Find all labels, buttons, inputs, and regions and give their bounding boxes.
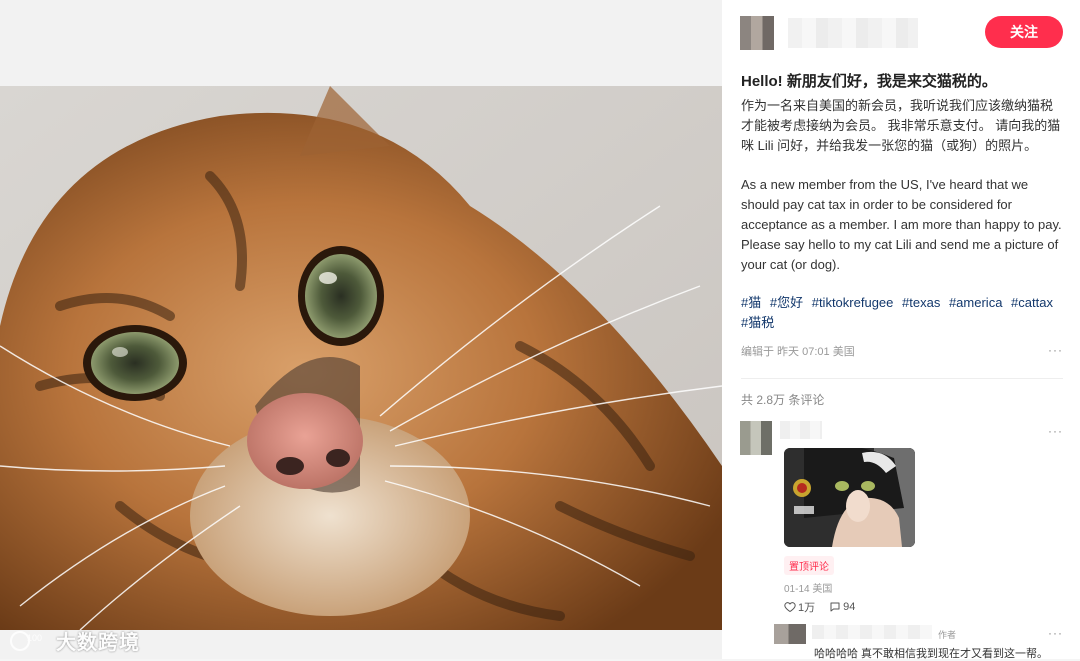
note-tags: #猫 #您好 #tiktokrefugee #texas #america #c… xyxy=(741,293,1063,333)
author-badge: 作者 xyxy=(938,630,957,640)
note-body-en: As a new member from the US, I've heard … xyxy=(741,177,1062,272)
author-name-blurred[interactable] xyxy=(788,18,918,48)
comment-photo xyxy=(784,448,915,547)
heart-icon xyxy=(784,602,796,613)
comment-image[interactable] xyxy=(784,448,915,547)
note-body: 作为一名来自美国的新会员，我听说我们应该缴纳猫税才能被考虑接纳为会员。 我非常乐… xyxy=(741,96,1063,275)
reply-avatar[interactable] xyxy=(774,624,806,644)
note-meta: 编辑于 昨天 07:01 美国 xyxy=(741,346,855,358)
more-icon[interactable]: ··· xyxy=(1048,343,1063,357)
post-photo[interactable] xyxy=(0,86,722,630)
reply-name-blurred[interactable] xyxy=(812,625,932,639)
watermark-text: 大数跨境 xyxy=(56,632,140,654)
watermark-logo-icon: 100 xyxy=(10,630,42,651)
follow-button[interactable]: 关注 xyxy=(985,16,1063,48)
tag-link[interactable]: #您好 xyxy=(770,295,803,310)
more-icon[interactable]: ··· xyxy=(1048,626,1063,640)
pinned-comment-badge: 置顶评论 xyxy=(784,556,834,575)
svg-text:100: 100 xyxy=(27,633,42,643)
like-count: 1万 xyxy=(798,602,816,614)
media-viewer: 100 大数跨境 xyxy=(0,0,722,659)
comment-meta: 01-14 美国 xyxy=(784,584,833,595)
reply-count: 94 xyxy=(843,601,856,613)
comment-count: 共 2.8万 条评论 xyxy=(741,393,825,407)
cat-photo xyxy=(0,86,722,630)
divider xyxy=(741,378,1063,379)
commenter-name-blurred[interactable] xyxy=(780,421,822,439)
watermark: 100 大数跨境 xyxy=(10,626,140,655)
tag-link[interactable]: #tiktokrefugee xyxy=(812,295,894,310)
comment-actions: 1万 94 xyxy=(784,599,855,615)
author-info[interactable] xyxy=(740,16,918,50)
note-title: Hello! 新朋友们好，我是来交猫税的。 xyxy=(741,73,997,90)
author-avatar[interactable] xyxy=(740,16,774,50)
like-button[interactable]: 1万 xyxy=(784,599,815,615)
comment-icon xyxy=(830,602,840,612)
tag-link[interactable]: #texas xyxy=(902,295,940,310)
tag-link[interactable]: #cattax xyxy=(1011,295,1053,310)
note-body-zh: 作为一名来自美国的新会员，我听说我们应该缴纳猫税才能被考虑接纳为会员。 我非常乐… xyxy=(741,98,1061,153)
commenter-avatar[interactable] xyxy=(740,421,772,455)
tag-link[interactable]: #猫税 xyxy=(741,315,774,330)
more-icon[interactable]: ··· xyxy=(1048,424,1063,438)
tag-link[interactable]: #america xyxy=(949,295,1002,310)
reply-button[interactable]: 94 xyxy=(829,599,855,615)
tag-link[interactable]: #猫 xyxy=(741,295,761,310)
note-panel: 关注 Hello! 新朋友们好，我是来交猫税的。 作为一名来自美国的新会员，我听… xyxy=(722,0,1080,660)
